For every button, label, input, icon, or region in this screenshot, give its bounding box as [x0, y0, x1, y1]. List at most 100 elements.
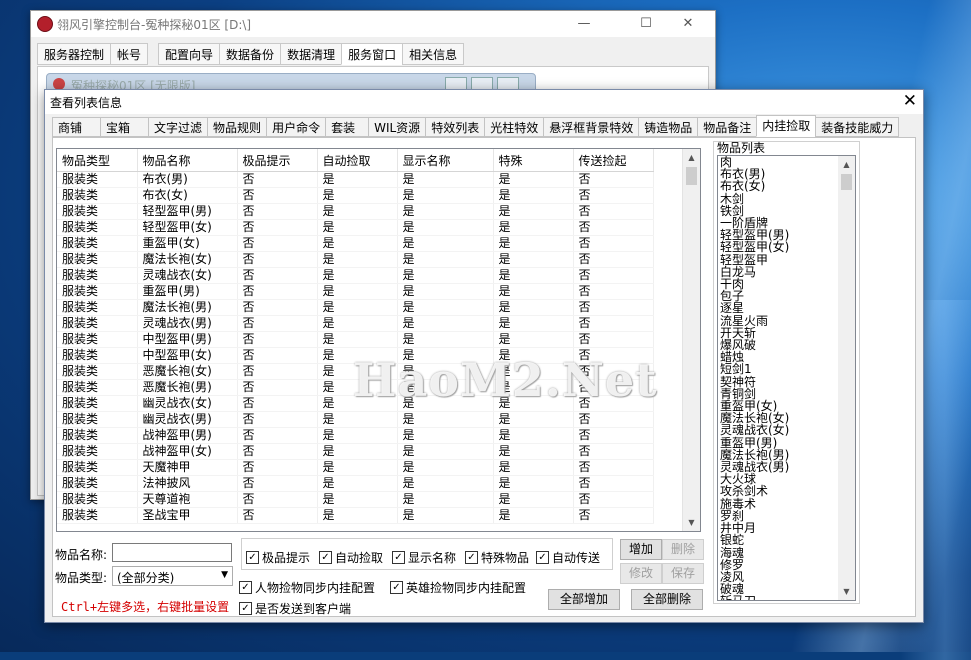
table-row[interactable]: 服装类 重盔甲(女) 否是是是否	[57, 235, 654, 252]
tab-auto-pickup[interactable]: 内挂捡取	[756, 115, 817, 137]
list-item[interactable]: 灵魂战衣(女)	[720, 424, 838, 436]
table-row[interactable]: 服装类 轻型盔甲(男) 否是是是否	[57, 203, 654, 220]
tab-item-notes[interactable]: 物品备注	[697, 117, 758, 137]
pickup-table[interactable]: 物品类型 物品名称 极品提示 自动捡取 显示名称 特殊 传送捡起 服装类 布衣(男…	[56, 148, 701, 532]
tab-forge-items[interactable]: 铸造物品	[638, 117, 699, 137]
tab-sets[interactable]: 套装	[325, 117, 370, 137]
tab-wil-resources[interactable]: WIL资源	[368, 117, 427, 137]
menu-data-cleanup[interactable]: 数据清理	[280, 43, 343, 65]
auto-teleport-checkbox[interactable]: ✓ 自动传送	[536, 549, 600, 566]
tab-equip-skill-power[interactable]: 装备技能威力	[815, 117, 900, 137]
col-auto-pickup[interactable]: 自动捡取	[317, 149, 398, 172]
list-item[interactable]: 短剑1	[720, 363, 838, 375]
tab-text-filter[interactable]: 文字过滤	[148, 117, 209, 137]
table-row[interactable]: 服装类 魔法长袍(男) 否是是是否	[57, 299, 654, 316]
scroll-up-icon[interactable]: ▲	[683, 149, 700, 166]
rare-hint-checkbox[interactable]: ✓ 极品提示	[246, 549, 310, 566]
table-row[interactable]: 服装类 灵魂战衣(男) 否是是是否	[57, 315, 654, 332]
menu-account[interactable]: 帐号	[110, 43, 149, 65]
table-row[interactable]: 服装类 中型盔甲(女) 否是是是否	[57, 347, 654, 364]
col-teleport-pickup[interactable]: 传送捡起	[573, 149, 654, 172]
close-icon[interactable]: ✕	[665, 13, 711, 35]
scroll-thumb[interactable]	[841, 174, 852, 190]
table-row[interactable]: 服装类 灵魂战衣(女) 否是是是否	[57, 267, 654, 284]
add-button[interactable]: 增加	[620, 539, 662, 560]
list-item[interactable]: 轻型盔甲(女)	[720, 241, 838, 253]
table-row[interactable]: 服装类 天魔神甲否是是是否	[57, 459, 654, 476]
table-row[interactable]: 服装类 战神盔甲(女) 否是是是否	[57, 443, 654, 460]
table-cell: 是	[493, 203, 574, 220]
delete-all-button[interactable]: 全部删除	[631, 589, 703, 610]
table-cell: 灵魂战衣(男)	[137, 315, 238, 332]
scroll-down-icon[interactable]: ▼	[838, 583, 855, 600]
save-button[interactable]: 保存	[662, 563, 704, 584]
add-all-button[interactable]: 全部增加	[548, 589, 620, 610]
item-list-scrollbar[interactable]: ▲ ▼	[838, 156, 855, 600]
list-item[interactable]: 流星火雨	[720, 314, 838, 326]
table-cell: 否	[573, 443, 654, 460]
tab-treasure-box[interactable]: 宝箱	[100, 117, 150, 137]
list-item[interactable]: 轻型盔甲	[720, 253, 838, 265]
table-row[interactable]: 服装类 中型盔甲(男) 否是是是否	[57, 331, 654, 348]
list-item[interactable]: 攻杀剑术	[720, 485, 838, 497]
hero-sync-checkbox[interactable]: ✓ 英雄捡物同步内挂配置	[390, 579, 526, 596]
table-row[interactable]: 服装类 圣战宝甲否是是是否	[57, 507, 654, 524]
list-item[interactable]: 海魂	[720, 546, 838, 558]
menu-server-control[interactable]: 服务器控制	[37, 43, 112, 65]
scroll-down-icon[interactable]: ▼	[683, 514, 700, 531]
auto-pickup-checkbox[interactable]: ✓ 自动捡取	[319, 549, 383, 566]
table-cell: 是	[493, 443, 574, 460]
tab-shop[interactable]: 商铺	[52, 117, 102, 137]
list-item[interactable]: 斩马刀	[720, 595, 838, 600]
table-row[interactable]: 服装类 恶魔长袍(男) 否是是是否	[57, 379, 654, 396]
col-item-type[interactable]: 物品类型	[57, 149, 138, 172]
scroll-thumb[interactable]	[686, 167, 697, 185]
col-special[interactable]: 特殊	[493, 149, 574, 172]
table-scrollbar[interactable]: ▲ ▼	[682, 149, 700, 531]
maximize-icon[interactable]: ☐	[623, 13, 669, 35]
tab-item-rules[interactable]: 物品规则	[207, 117, 268, 137]
dialog-titlebar[interactable]: 查看列表信息 ✕	[45, 90, 923, 114]
table-row[interactable]: 服装类 布衣(男) 否是是是否	[57, 171, 654, 188]
table-cell: 是	[317, 219, 398, 236]
table-row[interactable]: 服装类 法神披风否是是是否	[57, 475, 654, 492]
tab-effects-list[interactable]: 特效列表	[425, 117, 486, 137]
table-row[interactable]: 服装类 重盔甲(男) 否是是是否	[57, 283, 654, 300]
dialog-close-icon[interactable]: ✕	[903, 91, 917, 111]
menu-service-window[interactable]: 服务窗口	[341, 43, 404, 65]
table-row[interactable]: 服装类 轻型盔甲(女) 否是是是否	[57, 219, 654, 236]
delete-button[interactable]: 删除	[662, 539, 704, 560]
table-row[interactable]: 服装类 恶魔长袍(女) 否是是是否	[57, 363, 654, 380]
special-item-checkbox[interactable]: ✓ 特殊物品	[465, 549, 529, 566]
table-row[interactable]: 服装类 魔法长袍(女) 否是是是否	[57, 251, 654, 268]
table-row[interactable]: 服装类 幽灵战衣(女) 否是是是否	[57, 395, 654, 412]
table-row[interactable]: 服装类 战神盔甲(男) 否是是是否	[57, 427, 654, 444]
modify-button[interactable]: 修改	[620, 563, 662, 584]
table-row[interactable]: 服装类 幽灵战衣(男) 否是是是否	[57, 411, 654, 428]
tab-tooltip-bg-effects[interactable]: 悬浮框背景特效	[543, 117, 640, 137]
table-row[interactable]: 服装类 天尊道袍否是是是否	[57, 491, 654, 508]
item-list[interactable]: 肉布衣(男) 布衣(女) 木剑 铁剑 一阶盾牌 轻型盔甲(男) 轻型盔甲(女) 轻型盔甲 白龙马…	[717, 155, 856, 601]
col-item-name[interactable]: 物品名称	[137, 149, 238, 172]
player-sync-checkbox[interactable]: ✓ 人物捡物同步内挂配置	[239, 579, 375, 596]
item-type-select[interactable]: (全部分类) ▼	[112, 566, 233, 586]
list-item[interactable]: 布衣(女)	[720, 180, 838, 192]
show-name-checkbox[interactable]: ✓ 显示名称	[392, 549, 456, 566]
tab-light-pillar[interactable]: 光柱特效	[484, 117, 545, 137]
scroll-up-icon[interactable]: ▲	[838, 156, 855, 173]
send-client-checkbox[interactable]: ✓ 是否发送到客户端	[239, 600, 351, 617]
tab-user-commands[interactable]: 用户命令	[266, 117, 327, 137]
item-name-input[interactable]	[112, 543, 232, 562]
col-show-name[interactable]: 显示名称	[397, 149, 494, 172]
minimize-icon[interactable]: —	[561, 13, 607, 35]
col-rare-hint[interactable]: 极品提示	[237, 149, 318, 172]
menu-related-info[interactable]: 相关信息	[402, 43, 465, 65]
list-item[interactable]: 木剑	[720, 192, 838, 204]
menu-data-backup[interactable]: 数据备份	[219, 43, 282, 65]
menu-config-wizard[interactable]: 配置向导	[158, 43, 221, 65]
console-titlebar[interactable]: 翎风引擎控制台-冤种探秘01区 [D:\] — ☐ ✕	[31, 11, 715, 37]
table-row[interactable]: 服装类 布衣(女) 否是是是否	[57, 187, 654, 204]
table-header: 物品类型 物品名称 极品提示 自动捡取 显示名称 特殊 传送捡起	[57, 149, 654, 172]
list-item[interactable]: 银蛇	[720, 534, 838, 546]
list-item[interactable]: 逐星	[720, 302, 838, 314]
